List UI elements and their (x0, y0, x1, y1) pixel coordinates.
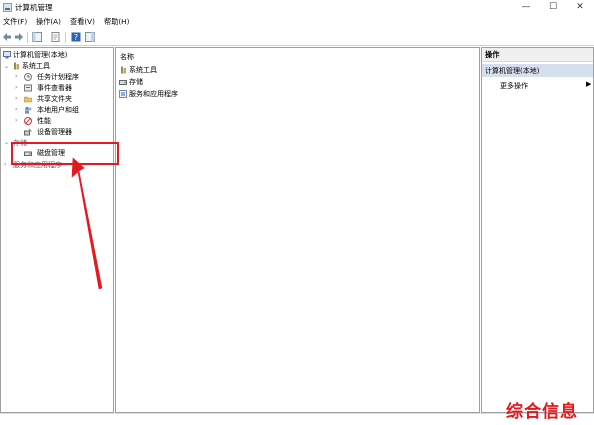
system-tools-icon (121, 66, 126, 74)
toolbar-divider (65, 32, 66, 43)
event-viewer-icon (24, 84, 32, 92)
status-bar (0, 413, 594, 425)
tree-shared-folders[interactable]: 共享文件夹 (37, 94, 72, 104)
menu-help[interactable]: 帮助(H) (104, 17, 129, 27)
toolbar-divider (27, 32, 28, 43)
services-applications-icon (119, 90, 127, 98)
tree-performance[interactable]: 性能 (37, 116, 51, 126)
menu-action[interactable]: 操作(A) (36, 17, 61, 27)
tree-local-users-groups[interactable]: 本地用户和组 (37, 105, 79, 115)
tree-system-tools[interactable]: 系统工具 (22, 61, 50, 71)
export-list-icon[interactable] (51, 32, 61, 42)
menu-bar: 文件(F) 操作(A) 查看(V) 帮助(H) (0, 15, 594, 29)
console-tree-pane: 计算机管理(本地) ⌄ 系统工具 › 任务计划程序 › 事件查看器 › 共享文件… (0, 47, 114, 413)
expand-system-tools[interactable]: ⌄ (4, 63, 9, 70)
expand-storage[interactable]: ⌄ (4, 139, 9, 146)
actions-group-computer-management[interactable]: 计算机管理(本地) (482, 64, 593, 77)
back-arrow-icon[interactable] (2, 32, 12, 42)
help-icon[interactable]: ? (71, 32, 81, 42)
list-item-services-applications[interactable]: 服务和应用程序 (129, 89, 178, 99)
close-button[interactable]: ✕ (568, 0, 592, 15)
more-actions-link[interactable]: 更多操作 (500, 81, 528, 91)
submenu-arrow-icon[interactable]: ▶ (586, 80, 591, 88)
title-bar: 计算机管理 — ☐ ✕ (0, 0, 594, 15)
performance-icon (24, 117, 32, 125)
list-item-system-tools[interactable]: 系统工具 (129, 65, 157, 75)
console-tree-icon[interactable] (32, 32, 42, 42)
expand-performance[interactable]: › (15, 117, 17, 124)
expand-event-viewer[interactable]: › (15, 84, 17, 91)
watermark: 综合信息 (506, 402, 578, 422)
expand-shared-folders[interactable]: › (15, 95, 17, 102)
clock-icon (24, 73, 32, 81)
storage-icon (119, 80, 127, 85)
list-item-storage[interactable]: 存储 (129, 77, 143, 87)
maximize-button[interactable]: ☐ (541, 0, 565, 15)
tree-event-viewer[interactable]: 事件查看器 (37, 83, 72, 93)
expand-task-scheduler[interactable]: › (15, 73, 17, 80)
highlight-box (11, 142, 119, 165)
toolbar: ? (0, 29, 594, 46)
window-title: 计算机管理 (15, 3, 53, 12)
menu-file[interactable]: 文件(F) (3, 17, 27, 27)
column-header-name[interactable]: 名称 (120, 52, 134, 62)
actions-header: 操作 (482, 48, 593, 62)
device-manager-icon (24, 128, 32, 136)
shared-folder-icon (24, 96, 32, 103)
system-tools-icon (14, 62, 19, 70)
tree-device-manager[interactable]: 设备管理器 (37, 127, 72, 137)
show-hide-action-pane-icon[interactable] (85, 32, 95, 42)
tree-task-scheduler[interactable]: 任务计划程序 (37, 72, 79, 82)
minimize-button[interactable]: — (514, 0, 538, 15)
computer-management-icon (3, 3, 12, 12)
svg-text:?: ? (74, 33, 78, 42)
expand-local-users-groups[interactable]: › (15, 106, 17, 113)
menu-view[interactable]: 查看(V) (70, 17, 95, 27)
tree-root-computer-management[interactable]: 计算机管理(本地) (13, 50, 67, 60)
computer-management-icon (3, 51, 11, 59)
results-pane: 名称 系统工具 存储 服务和应用程序 (115, 47, 480, 413)
expand-services-applications[interactable]: › (4, 161, 6, 168)
users-icon (25, 106, 32, 114)
actions-pane: 操作 计算机管理(本地) 更多操作 ▶ (481, 47, 594, 413)
forward-arrow-icon[interactable] (14, 32, 24, 42)
